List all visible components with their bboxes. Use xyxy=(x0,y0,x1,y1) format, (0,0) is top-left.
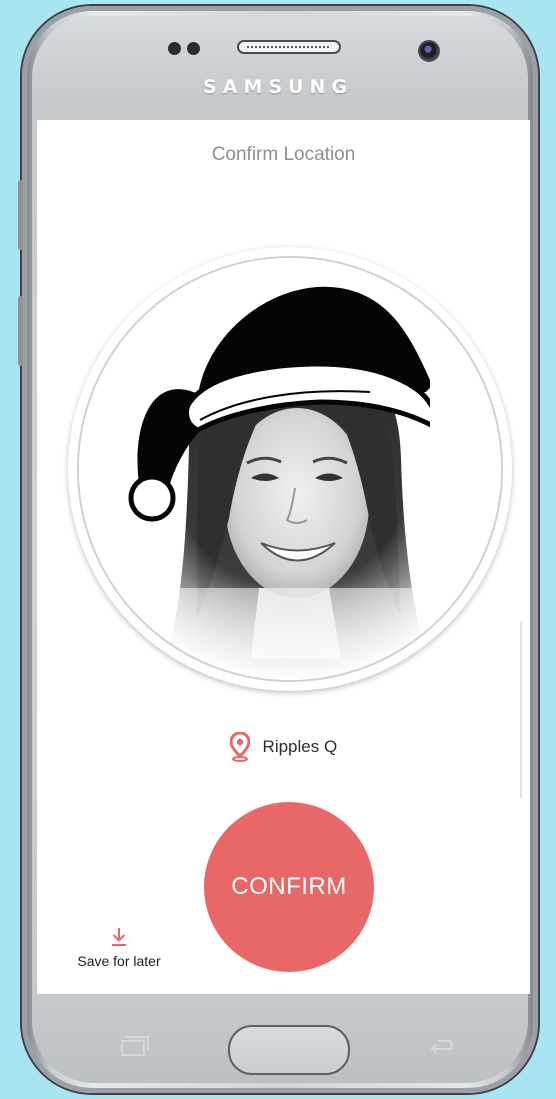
save-for-later-label: Save for later xyxy=(77,953,161,969)
volume-button xyxy=(18,180,23,250)
santa-hat-icon xyxy=(128,286,430,522)
brand-logo: SAMSUNG xyxy=(203,76,353,98)
sensor-dot xyxy=(168,42,181,55)
recent-apps-icon[interactable] xyxy=(120,1035,150,1057)
front-camera-icon xyxy=(418,40,440,62)
earpiece-speaker xyxy=(237,40,341,54)
app-screen: Confirm Location Ripples Q CONFIRM Save … xyxy=(37,120,530,994)
download-arrow-icon xyxy=(112,928,126,946)
home-button[interactable] xyxy=(228,1025,350,1075)
volume-button-lower xyxy=(18,296,23,366)
scroll-indicator[interactable] xyxy=(520,620,530,800)
back-icon[interactable] xyxy=(424,1035,454,1057)
sensor-dot-2 xyxy=(187,42,200,55)
page-title: Confirm Location xyxy=(211,144,356,165)
confirm-button[interactable]: CONFIRM xyxy=(204,802,374,972)
location-row[interactable]: Ripples Q xyxy=(37,732,530,762)
page: SAMSUNG Confirm Location Ripples Q CONFI… xyxy=(0,0,556,1099)
location-name: Ripples Q xyxy=(262,737,338,756)
location-pin-icon xyxy=(229,732,250,762)
save-for-later-button[interactable]: Save for later xyxy=(57,927,181,969)
